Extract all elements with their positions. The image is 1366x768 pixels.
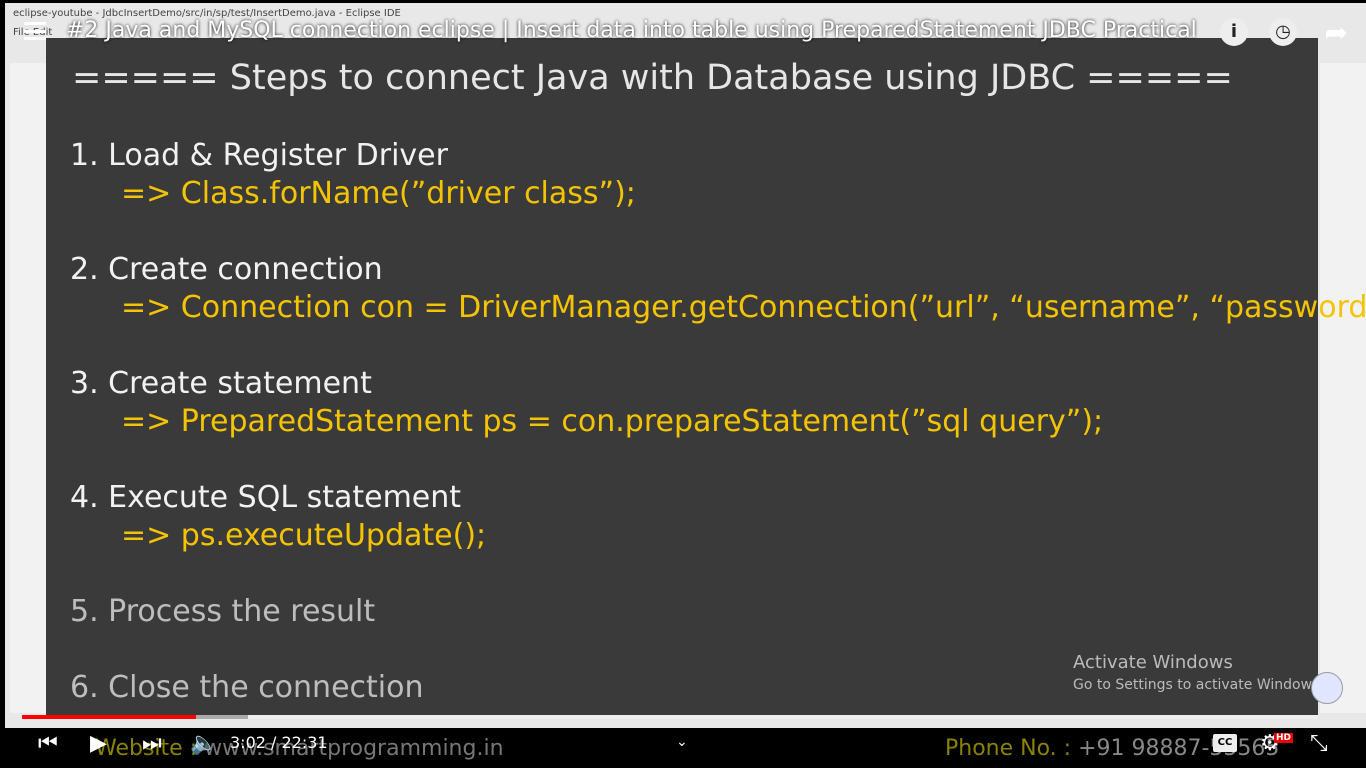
activate-windows-subtitle: Go to Settings to activate Windows. <box>1073 677 1324 693</box>
playlist-menu-icon[interactable] <box>24 22 46 40</box>
video-title[interactable]: #2 Java and MySQL connection eclipse | I… <box>66 18 1197 43</box>
captions-button[interactable]: CC <box>1213 734 1237 752</box>
channel-logo-icon[interactable] <box>1311 672 1343 704</box>
eclipse-package-explorer <box>10 63 50 713</box>
volume-icon[interactable]: 🔈 <box>190 731 217 756</box>
activate-windows-title: Activate Windows <box>1073 652 1233 673</box>
watch-later-icon[interactable]: ◷ <box>1269 18 1297 46</box>
time-display: 3:02 / 22:31 <box>230 733 328 752</box>
step-2-code: => Connection con = DriverManager.getCon… <box>121 290 1366 325</box>
step-1: 1. Load & Register Driver <box>70 138 448 173</box>
step-2: 2. Create connection <box>70 252 383 287</box>
phone-label: Phone No. : <box>945 736 1072 761</box>
eclipse-right-toolbar <box>1320 63 1366 713</box>
play-icon[interactable]: ▶ <box>90 731 107 756</box>
step-3-code: => PreparedStatement ps = con.prepareSta… <box>121 404 1104 439</box>
step-1-code: => Class.forName(”driver class”); <box>121 176 636 211</box>
step-6: 6. Close the connection <box>70 670 424 705</box>
phone-number: +91 98887-55565 <box>1078 736 1280 761</box>
chevron-down-icon[interactable]: ⌄ <box>676 734 688 750</box>
slide: ===== Steps to connect Java with Databas… <box>46 38 1366 715</box>
previous-icon[interactable]: ⏮ <box>38 731 58 756</box>
step-3: 3. Create statement <box>70 366 372 401</box>
played-bar <box>22 715 196 719</box>
progress-bar[interactable] <box>22 715 1318 719</box>
next-icon[interactable]: ⏭ <box>142 731 162 756</box>
hd-badge: HD <box>1274 733 1294 743</box>
slide-heading: ===== Steps to connect Java with Databas… <box>72 58 1233 98</box>
share-icon[interactable]: ➦ <box>1325 16 1348 49</box>
exit-fullscreen-icon[interactable]: ⤡ <box>1310 731 1328 756</box>
step-4: 4. Execute SQL statement <box>70 480 462 515</box>
info-icon[interactable]: i <box>1220 18 1248 46</box>
step-5: 5. Process the result <box>70 594 376 629</box>
step-4-code: => ps.executeUpdate(); <box>121 518 487 553</box>
